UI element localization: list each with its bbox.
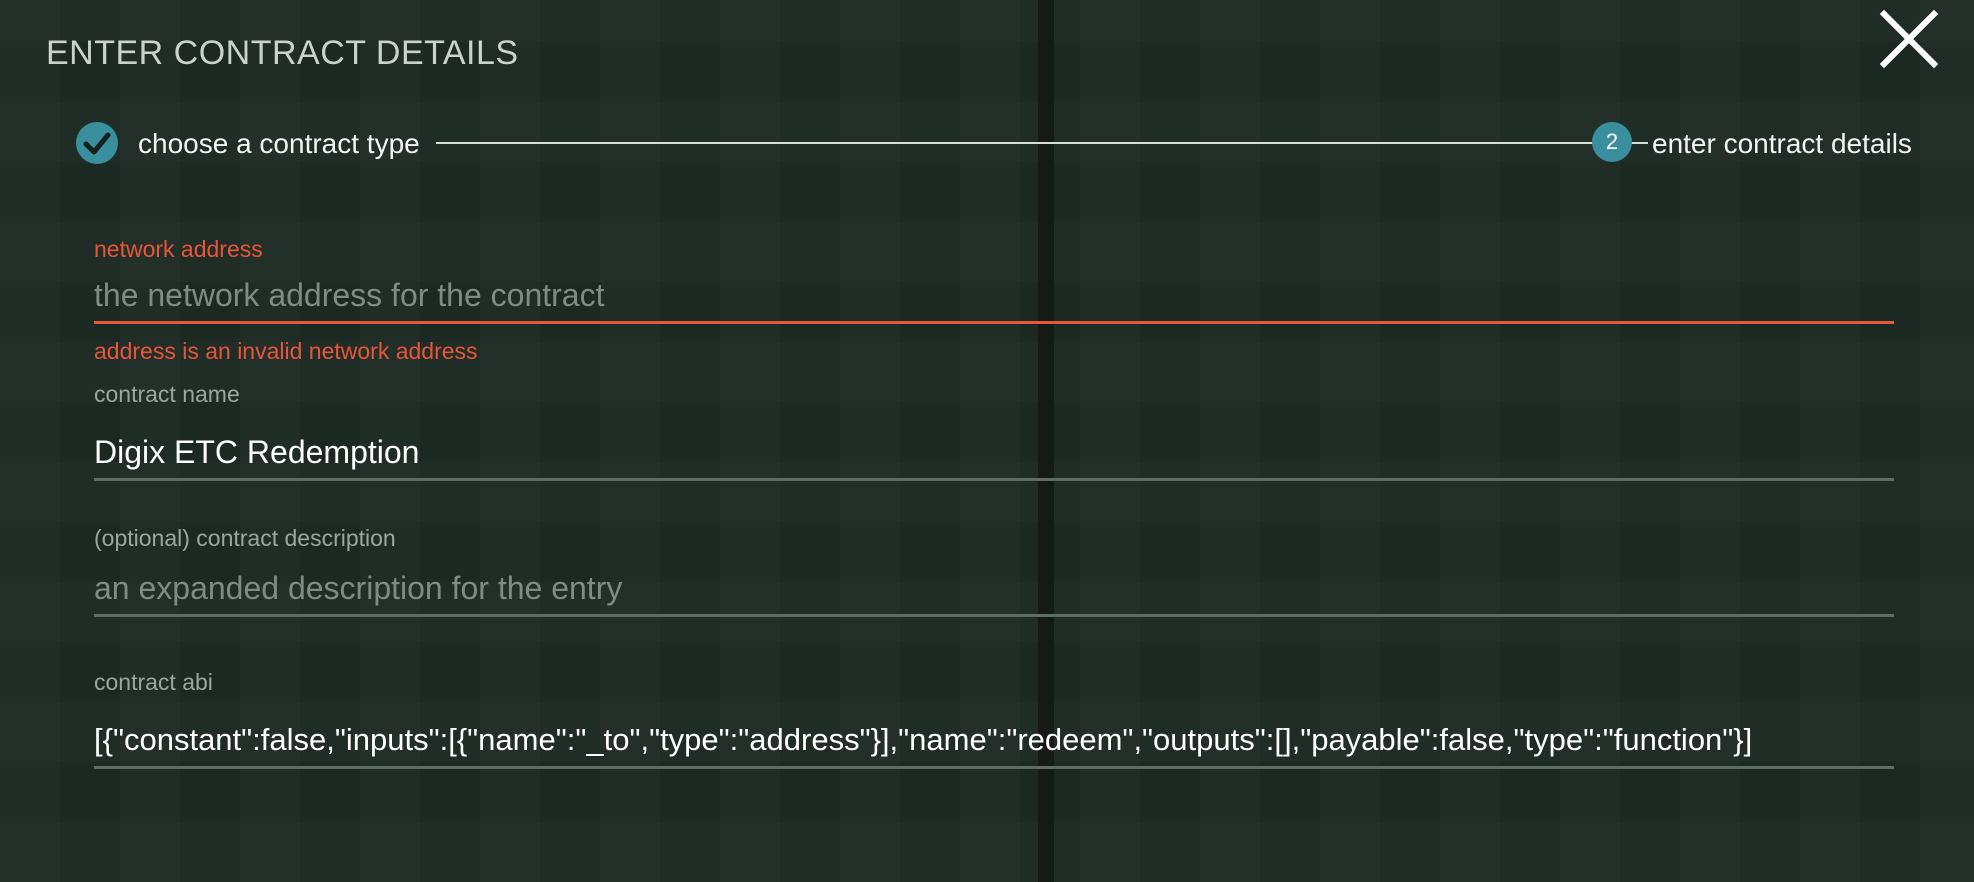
dialog-title: ENTER CONTRACT DETAILS (46, 34, 519, 72)
step-number-badge: 2 (1592, 122, 1632, 162)
contract-description-input[interactable] (94, 566, 1894, 610)
contract-name-underline (94, 478, 1894, 481)
contract-abi-underline (94, 766, 1894, 769)
network-address-input[interactable] (94, 273, 1894, 317)
contract-name-label: contract name (94, 381, 240, 407)
network-address-label: network address (94, 236, 263, 262)
stepper-connector (436, 142, 1648, 144)
network-address-underline (94, 321, 1894, 324)
step-complete-indicator (76, 122, 118, 164)
network-address-error: address is an invalid network address (94, 338, 478, 364)
contract-abi-input[interactable] (94, 718, 1894, 762)
contract-abi-field: contract abi (94, 669, 1894, 769)
contract-description-underline (94, 614, 1894, 617)
contract-abi-label: contract abi (94, 669, 213, 695)
contract-name-field: contract name (94, 381, 1894, 481)
stepper: choose a contract type 2 enter contract … (76, 118, 1916, 166)
network-address-field: network address address is an invalid ne… (94, 236, 1894, 365)
contract-name-input[interactable] (94, 430, 1894, 474)
step-enter-contract-details: enter contract details (1652, 128, 1912, 159)
contract-description-label: (optional) contract description (94, 525, 396, 551)
step-choose-contract-type[interactable]: choose a contract type (138, 128, 420, 160)
contract-description-field: (optional) contract description (94, 525, 1894, 617)
close-button[interactable] (1876, 6, 1942, 72)
close-icon (1879, 9, 1939, 69)
check-icon (83, 132, 111, 155)
